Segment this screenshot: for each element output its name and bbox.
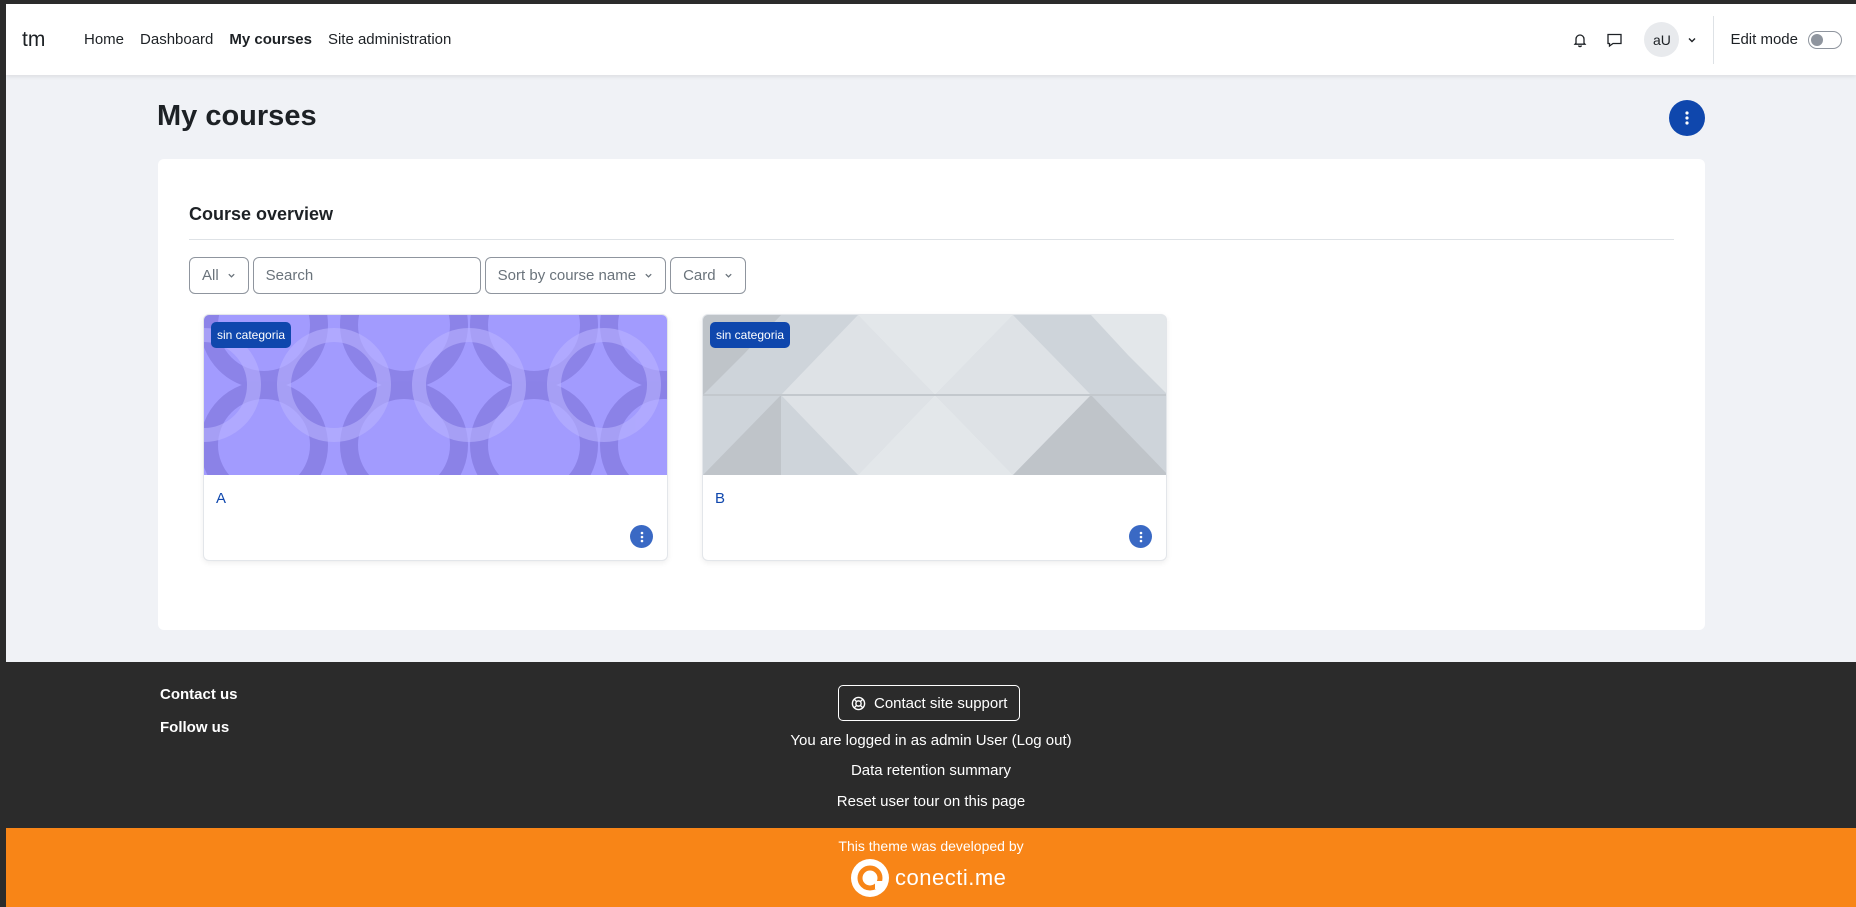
course-category-badge: sin categoria: [710, 322, 791, 348]
page-content: My courses Course overview All Sort by c…: [6, 75, 1856, 662]
support-button-label: Contact site support: [874, 694, 1008, 712]
site-brand[interactable]: tm: [22, 28, 45, 52]
developed-by-text: This theme was developed by: [838, 838, 1024, 854]
login-info: You are logged in as admin User (Log out…: [790, 732, 1072, 749]
course-category-badge: sin categoria: [211, 322, 292, 348]
notifications-button[interactable]: [1564, 24, 1596, 56]
block-title: Course overview: [189, 204, 334, 224]
logo-wordmark: conecti.me: [895, 865, 1007, 890]
course-card: sin categoria B: [702, 314, 1167, 561]
block-divider: [189, 239, 1674, 240]
course-filters: All Sort by course name Card: [189, 257, 746, 294]
window-top-edge: [0, 0, 1856, 4]
page-title: My courses: [157, 100, 317, 132]
edit-mode-toggle[interactable]: [1808, 30, 1842, 49]
contact-site-support-button[interactable]: Contact site support: [838, 685, 1021, 721]
chevron-down-icon: [645, 273, 652, 278]
sort-select[interactable]: Sort by course name: [484, 257, 667, 294]
course-search-input[interactable]: [252, 257, 481, 294]
course-actions-button[interactable]: [630, 525, 653, 548]
kebab-menu-icon: [1685, 111, 1689, 125]
login-info-prefix: You are logged in as: [790, 732, 931, 749]
course-name-link[interactable]: A: [216, 490, 226, 507]
data-retention-link[interactable]: Data retention summary: [851, 762, 1011, 779]
page-footer: Contact us Follow us Contact site suppor…: [6, 662, 1856, 828]
user-menu-toggle[interactable]: aU: [1644, 22, 1697, 57]
page-actions-menu-button[interactable]: [1669, 100, 1705, 136]
chevron-down-icon: [1688, 37, 1696, 42]
navbar-right-tools: aU Edit mode: [1564, 4, 1856, 75]
theme-credit-strip: This theme was developed by conecti.me: [6, 828, 1856, 907]
logout-link[interactable]: Log out: [1017, 732, 1067, 749]
window-left-edge: [0, 0, 6, 907]
kebab-menu-icon: [640, 531, 643, 542]
lifebuoy-icon: [851, 696, 866, 710]
contact-us-link[interactable]: Contact us: [160, 686, 238, 703]
edit-mode-control: Edit mode: [1714, 30, 1856, 49]
top-navbar: tm Home Dashboard My courses Site admini…: [6, 4, 1856, 75]
user-profile-link[interactable]: admin User: [931, 732, 1008, 749]
chat-bubble-icon: [1607, 33, 1622, 47]
conectime-logo[interactable]: conecti.me: [851, 859, 1006, 897]
chevron-down-icon: [228, 273, 235, 278]
chevron-down-icon: [724, 273, 732, 278]
grouping-select-value: All: [202, 267, 219, 284]
reset-tour-row: Reset user tour on this page: [6, 793, 1856, 810]
course-card: sin categoria A: [203, 314, 668, 561]
grouping-select[interactable]: All: [189, 257, 249, 294]
edit-mode-label: Edit mode: [1730, 31, 1798, 48]
nav-dashboard[interactable]: Dashboard: [132, 31, 221, 48]
course-list: sin categoria A sin categoria B: [203, 314, 1167, 561]
course-image[interactable]: sin categoria: [703, 315, 1166, 475]
course-actions-button[interactable]: [1129, 525, 1152, 548]
bell-icon: [1574, 33, 1587, 47]
course-name-link[interactable]: B: [715, 490, 725, 507]
display-select[interactable]: Card: [670, 257, 746, 294]
sort-select-value: Sort by course name: [497, 267, 637, 284]
toggle-knob: [1811, 33, 1823, 46]
course-image[interactable]: sin categoria: [204, 315, 667, 475]
avatar: aU: [1644, 22, 1680, 57]
conectime-logo-icon: [851, 859, 889, 897]
nav-site-administration[interactable]: Site administration: [320, 31, 459, 48]
messages-button[interactable]: [1598, 24, 1630, 56]
nav-home[interactable]: Home: [76, 31, 132, 48]
data-retention-row: Data retention summary: [6, 762, 1856, 779]
nav-my-courses[interactable]: My courses: [221, 31, 320, 48]
primary-navigation: Home Dashboard My courses Site administr…: [76, 31, 459, 48]
kebab-menu-icon: [1139, 531, 1142, 542]
course-overview-block: Course overview All Sort by course name …: [158, 159, 1705, 630]
reset-user-tour-link[interactable]: Reset user tour on this page: [837, 793, 1025, 810]
display-select-value: Card: [683, 267, 716, 284]
